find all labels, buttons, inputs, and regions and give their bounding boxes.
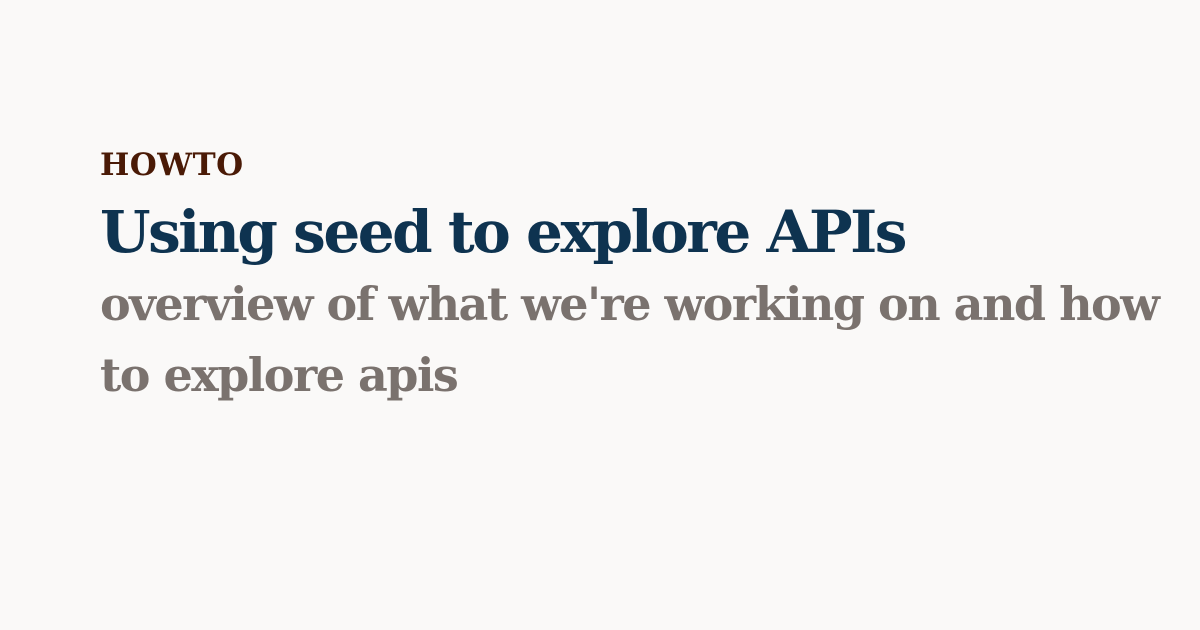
og-card-page: { "card": { "category": "HOWTO", "title"… xyxy=(0,0,1200,630)
category-label: HOWTO xyxy=(100,147,244,183)
post-subtitle: overview of what we're working on and ho… xyxy=(100,276,1160,403)
post-title: Using seed to explore APIs xyxy=(100,198,907,266)
social-card: HOWTO Using seed to explore APIs overvie… xyxy=(100,150,1160,411)
